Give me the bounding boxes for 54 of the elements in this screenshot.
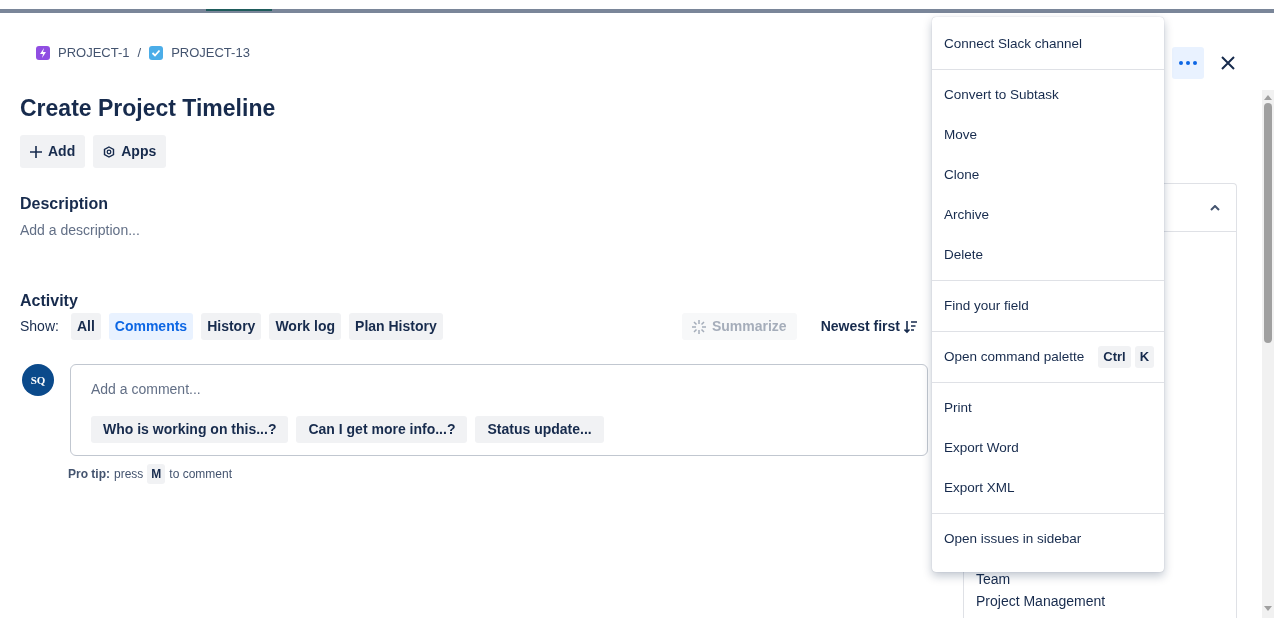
filter-label: Show:	[20, 317, 59, 336]
menu-item[interactable]: Convert to Subtask	[932, 75, 1164, 115]
section-heading: Activity	[20, 291, 79, 311]
shortcut-key: Ctrl	[1098, 346, 1131, 368]
description-placeholder[interactable]: Add a description...	[20, 220, 935, 241]
tip-label: Pro tip:	[68, 466, 110, 483]
scrollbar[interactable]	[1262, 90, 1274, 618]
more-button[interactable]	[1172, 47, 1204, 79]
filter-tab[interactable]: Comments	[108, 313, 194, 340]
tip-text: press	[114, 466, 144, 483]
filter-tab[interactable]: All	[70, 313, 101, 340]
suggestion-chip[interactable]: Who is working on this...?	[91, 416, 289, 443]
chevron-up-icon[interactable]	[1210, 204, 1220, 211]
suggestion-chip[interactable]: Status update...	[475, 416, 604, 443]
add-button[interactable]: Add	[20, 135, 86, 168]
scroll-up-icon[interactable]	[1264, 94, 1272, 100]
more-icon	[1179, 61, 1197, 65]
hexagon-icon	[103, 145, 116, 158]
issue-title: Create Project Timeline	[20, 93, 277, 123]
tip-text: to comment	[169, 466, 233, 483]
menu-item[interactable]: Export Word	[932, 428, 1164, 468]
section-heading: Description	[20, 194, 109, 214]
menu-item[interactable]: Open issues in sidebar	[932, 519, 1164, 559]
sparkle-icon	[691, 319, 706, 334]
menu-item[interactable]: Connect Slack channel	[932, 24, 1164, 64]
breadcrumb-link[interactable]: PROJECT-1	[58, 43, 130, 63]
menu-item[interactable]: Find your field	[932, 286, 1164, 326]
user-avatar[interactable]: SQ	[22, 364, 54, 396]
scroll-down-icon[interactable]	[1264, 606, 1272, 612]
apps-button[interactable]: Apps	[93, 135, 167, 168]
filter-tab[interactable]: Plan History	[349, 313, 443, 340]
filter-tab[interactable]: History	[201, 313, 262, 340]
plus-icon	[30, 145, 42, 158]
menu-item[interactable]: Print	[932, 388, 1164, 428]
breadcrumb-link[interactable]: PROJECT-13	[171, 43, 250, 63]
menu-item[interactable]: Export XML	[932, 468, 1164, 508]
panel-text: Team	[976, 570, 1012, 589]
panel-text: Project Management	[976, 592, 1107, 612]
sort-button[interactable]: Newest first	[820, 316, 918, 337]
menu-item[interactable]: Delete	[932, 235, 1164, 275]
comment-field[interactable]: Add a comment... Who is working on this...? Can I get more info...? Status update...	[70, 364, 928, 456]
shortcut-key: K	[1134, 346, 1155, 368]
menu-item[interactable]: Open command palette Ctrl K	[932, 337, 1164, 377]
menu-item[interactable]: Clone	[932, 155, 1164, 195]
menu-item[interactable]: Archive	[932, 195, 1164, 235]
close-icon	[1220, 55, 1236, 71]
breadcrumb-separator: /	[137, 44, 142, 62]
filter-tab[interactable]: Work log	[269, 313, 342, 340]
key-hint: M	[147, 464, 166, 484]
menu-item[interactable]: Move	[932, 115, 1164, 155]
lightning-icon	[36, 45, 50, 60]
suggestion-chip[interactable]: Can I get more info...?	[296, 416, 468, 443]
checkbox-icon	[149, 45, 164, 60]
sort-icon	[904, 319, 918, 334]
